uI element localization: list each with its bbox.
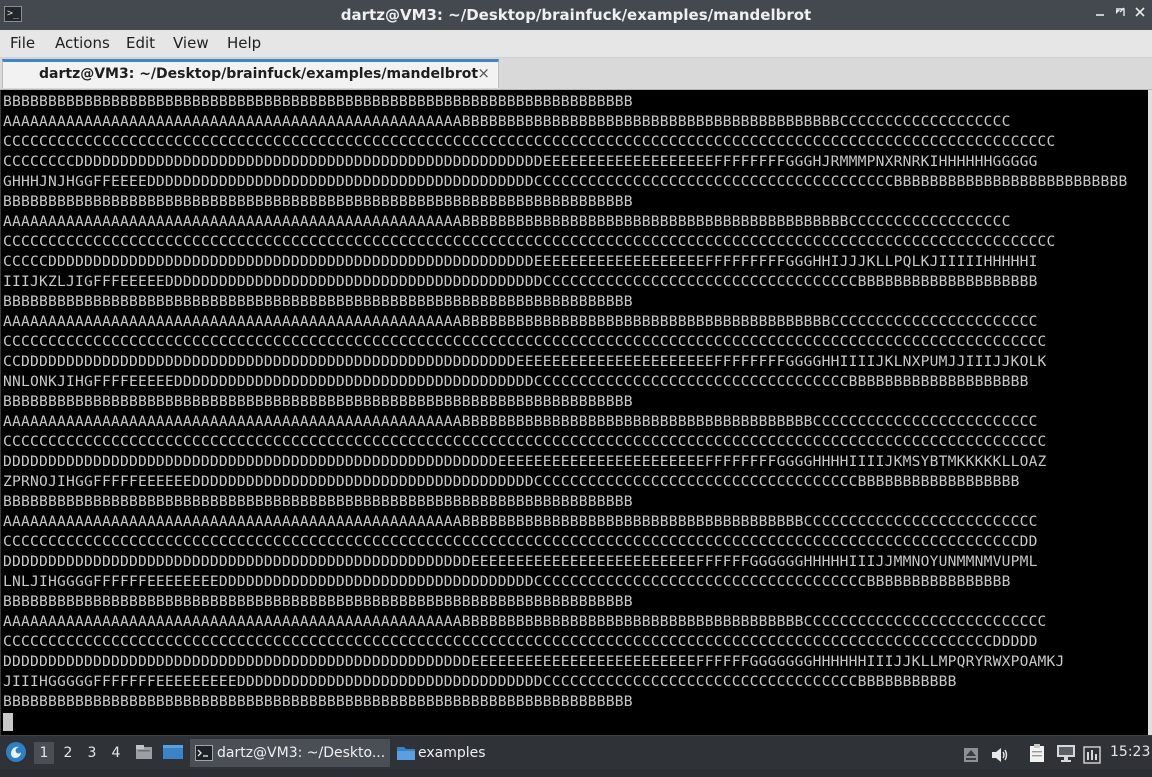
terminal-line: BBBBBBBBBBBBBBBBBBBBBBBBBBBBBBBBBBBBBBBB… [3,393,633,410]
terminal-cursor [3,713,13,731]
file-manager-launcher-icon[interactable] [134,742,154,764]
desktop-1[interactable]: 1 [34,742,54,764]
menu-file[interactable]: File [10,34,35,52]
terminal-line: JIIIHGGGGGFFFFFFFEEEEEEEEEDDDDDDDDDDDDDD… [3,673,957,690]
terminal-line: GHHHJNJHGGFFEEEEDDDDDDDDDDDDDDDDDDDDDDDD… [3,173,1128,190]
eject-icon[interactable] [963,744,979,762]
notification-icon[interactable] [1083,744,1101,764]
terminal-line: CCCCCCCCCCCCCCCCCCCCCCCCCCCCCCCCCCCCCCCC… [3,633,1038,650]
taskbar: 1 2 3 4 dartz@VM3: ~/Deskto... examples … [0,735,1152,769]
terminal-line: BBBBBBBBBBBBBBBBBBBBBBBBBBBBBBBBBBBBBBBB… [3,93,633,110]
network-icon[interactable] [1055,743,1077,763]
window-title: dartz@VM3: ~/Desktop/brainfuck/examples/… [340,6,812,24]
terminal-line: ZPRNOJIHGGFFFFFEEEEEEDDDDDDDDDDDDDDDDDDD… [3,473,1020,490]
terminal-line: CCCCCCCCDDDDDDDDDDDDDDDDDDDDDDDDDDDDDDDD… [3,153,1038,170]
menu-edit[interactable]: Edit [126,34,155,52]
terminal-line: BBBBBBBBBBBBBBBBBBBBBBBBBBBBBBBBBBBBBBBB… [3,593,633,610]
terminal-line: CCCCCCCCCCCCCCCCCCCCCCCCCCCCCCCCCCCCCCCC… [3,433,1047,450]
terminal-line: CCCCCCCCCCCCCCCCCCCCCCCCCCCCCCCCCCCCCCCC… [3,333,1047,350]
terminal-line: AAAAAAAAAAAAAAAAAAAAAAAAAAAAAAAAAAAAAAAA… [3,413,1038,430]
menu-view[interactable]: View [173,34,209,52]
window-title-bar: >_ dartz@VM3: ~/Desktop/brainfuck/exampl… [0,0,1152,30]
task-terminal-label: dartz@VM3: ~/Deskto... [217,745,386,761]
desktop-3[interactable]: 3 [82,742,102,764]
terminal-line: BBBBBBBBBBBBBBBBBBBBBBBBBBBBBBBBBBBBBBBB… [3,293,633,310]
close-icon[interactable] [1130,5,1150,25]
terminal-line: CCCCCCCCCCCCCCCCCCCCCCCCCCCCCCCCCCCCCCCC… [3,533,1038,550]
terminal-line: CCCCCDDDDDDDDDDDDDDDDDDDDDDDDDDDDDDDDDDD… [3,253,1038,270]
terminal-line: CCDDDDDDDDDDDDDDDDDDDDDDDDDDDDDDDDDDDDDD… [3,353,1047,370]
task-examples-label: examples [418,745,486,761]
terminal-line: DDDDDDDDDDDDDDDDDDDDDDDDDDDDDDDDDDDDDDDD… [3,653,1065,670]
terminal-line: AAAAAAAAAAAAAAAAAAAAAAAAAAAAAAAAAAAAAAAA… [3,613,1047,630]
menu-bar: File Actions Edit View Help [0,30,1152,58]
folder-icon [397,747,415,760]
terminal-line: AAAAAAAAAAAAAAAAAAAAAAAAAAAAAAAAAAAAAAAA… [3,313,1038,330]
terminal-output[interactable]: BBBBBBBBBBBBBBBBBBBBBBBBBBBBBBBBBBBBBBBB… [0,90,1149,735]
menu-actions[interactable]: Actions [55,34,110,52]
terminal-line: BBBBBBBBBBBBBBBBBBBBBBBBBBBBBBBBBBBBBBBB… [3,693,633,710]
task-examples[interactable]: examples [392,739,512,767]
clipboard-icon[interactable] [1027,742,1047,764]
menu-help[interactable]: Help [227,34,261,52]
terminal-line: NNLONKJIHGFFFFEEEEEDDDDDDDDDDDDDDDDDDDDD… [3,373,1029,390]
desktop-2[interactable]: 2 [58,742,78,764]
task-terminal[interactable]: dartz@VM3: ~/Deskto... [190,739,390,767]
terminal-scrollbar[interactable] [1148,90,1152,735]
clock[interactable]: 15:23 [1110,736,1150,769]
terminal-line: BBBBBBBBBBBBBBBBBBBBBBBBBBBBBBBBBBBBBBBB… [3,193,633,210]
terminal-line: DDDDDDDDDDDDDDDDDDDDDDDDDDDDDDDDDDDDDDDD… [3,553,1038,570]
terminal-line: DDDDDDDDDDDDDDDDDDDDDDDDDDDDDDDDDDDDDDDD… [3,453,1047,470]
maximize-icon[interactable] [1110,5,1130,25]
terminal-line: AAAAAAAAAAAAAAAAAAAAAAAAAAAAAAAAAAAAAAAA… [3,213,1011,230]
desktop-4[interactable]: 4 [106,742,126,764]
tab-bar: dartz@VM3: ~/Desktop/brainfuck/examples/… [0,58,1152,90]
terminal-icon [195,745,213,761]
terminal-line: CCCCCCCCCCCCCCCCCCCCCCCCCCCCCCCCCCCCCCCC… [3,233,1056,250]
terminal-line: CCCCCCCCCCCCCCCCCCCCCCCCCCCCCCCCCCCCCCCC… [3,133,1056,150]
terminal-line: IIIJKZLJIGFFFEEEEEDDDDDDDDDDDDDDDDDDDDDD… [3,273,1038,290]
tab-close-icon[interactable]: × [477,64,490,82]
terminal-line: AAAAAAAAAAAAAAAAAAAAAAAAAAAAAAAAAAAAAAAA… [3,513,1038,530]
minimize-icon[interactable] [1090,5,1110,25]
tab-terminal[interactable]: dartz@VM3: ~/Desktop/brainfuck/examples/… [2,59,499,88]
show-desktop-icon[interactable] [162,742,184,764]
start-menu-icon[interactable] [4,740,28,766]
tab-label: dartz@VM3: ~/Desktop/brainfuck/examples/… [39,66,479,82]
terminal-line: LNLJIHGGGGFFFFFFEEEEEEEEDDDDDDDDDDDDDDDD… [3,573,1011,590]
terminal-line: AAAAAAAAAAAAAAAAAAAAAAAAAAAAAAAAAAAAAAAA… [3,113,1011,130]
terminal-line: BBBBBBBBBBBBBBBBBBBBBBBBBBBBBBBBBBBBBBBB… [3,493,633,510]
volume-icon[interactable] [990,744,1010,762]
